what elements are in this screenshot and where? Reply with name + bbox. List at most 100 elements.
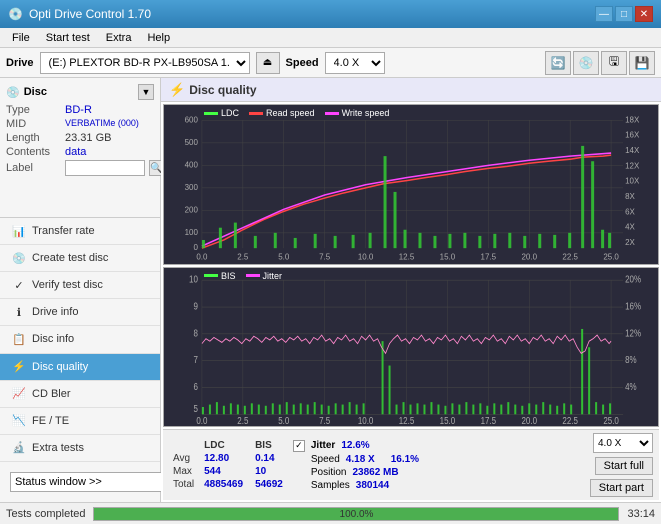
menu-extra[interactable]: Extra bbox=[98, 30, 140, 46]
time-display: 33:14 bbox=[627, 508, 655, 520]
svg-text:0.0: 0.0 bbox=[196, 252, 208, 261]
start-part-button[interactable]: Start part bbox=[590, 479, 653, 497]
window-controls: — □ ✕ bbox=[595, 6, 653, 22]
start-full-button[interactable]: Start full bbox=[595, 457, 653, 475]
read-speed-legend-dot bbox=[249, 112, 263, 115]
menu-start-test[interactable]: Start test bbox=[38, 30, 98, 46]
legend-ldc: LDC bbox=[204, 108, 239, 118]
status-window-label: Status window >> bbox=[15, 476, 102, 488]
maximize-button[interactable]: □ bbox=[615, 6, 633, 22]
chart2-svg: 10 9 8 7 6 5 20% 16% 12% 8% 4% bbox=[164, 268, 658, 427]
speed-select[interactable]: 4.0 X bbox=[325, 52, 385, 74]
extra-tests-label: Extra tests bbox=[32, 442, 84, 454]
svg-text:0: 0 bbox=[193, 243, 198, 252]
minimize-button[interactable]: — bbox=[595, 6, 613, 22]
svg-text:15.0: 15.0 bbox=[440, 415, 456, 426]
drive-select[interactable]: (E:) PLEXTOR BD-R PX-LB950SA 1.06 bbox=[40, 52, 250, 74]
toolbar-icon-disc[interactable]: 💿 bbox=[573, 51, 599, 75]
disc-quality-label: Disc quality bbox=[32, 361, 88, 373]
svg-text:17.5: 17.5 bbox=[481, 252, 497, 261]
svg-text:7.5: 7.5 bbox=[319, 252, 331, 261]
svg-text:6: 6 bbox=[193, 381, 197, 392]
svg-text:12.5: 12.5 bbox=[399, 415, 415, 426]
toolbar-icon-refresh[interactable]: 🔄 bbox=[545, 51, 571, 75]
menu-help[interactable]: Help bbox=[139, 30, 178, 46]
svg-text:7: 7 bbox=[193, 354, 197, 365]
test-speed-select[interactable]: 4.0 X bbox=[593, 433, 653, 453]
svg-text:17.5: 17.5 bbox=[481, 415, 497, 426]
ldc-header: LDC bbox=[198, 439, 249, 452]
sidebar: 💿 Disc ▼ Type BD-R MID VERBATIMe (000) L… bbox=[0, 78, 161, 502]
sidebar-item-fe-te[interactable]: 📉 FE / TE bbox=[0, 408, 160, 435]
sidebar-item-verify-test-disc[interactable]: ✓ Verify test disc bbox=[0, 272, 160, 299]
write-speed-legend-label: Write speed bbox=[342, 108, 390, 118]
disc-label-key: Label bbox=[6, 162, 61, 174]
toolbar-icon-floppy[interactable]: 💾 bbox=[629, 51, 655, 75]
sidebar-item-disc-info[interactable]: 📋 Disc info bbox=[0, 326, 160, 353]
jitter-label: Jitter bbox=[311, 440, 335, 451]
sidebar-item-create-test-disc[interactable]: 💿 Create test disc bbox=[0, 245, 160, 272]
bis-legend-dot bbox=[204, 274, 218, 277]
svg-text:100: 100 bbox=[185, 228, 199, 237]
sidebar-item-transfer-rate[interactable]: 📊 Transfer rate bbox=[0, 218, 160, 245]
bis-total: 54692 bbox=[249, 478, 289, 491]
disc-panel-expand[interactable]: ▼ bbox=[138, 84, 154, 100]
svg-text:8: 8 bbox=[193, 327, 197, 338]
svg-text:10X: 10X bbox=[625, 177, 640, 186]
app-title: 💿 Opti Drive Control 1.70 bbox=[8, 7, 151, 21]
menubar: File Start test Extra Help bbox=[0, 28, 661, 48]
svg-text:22.5: 22.5 bbox=[562, 415, 578, 426]
legend-write-speed: Write speed bbox=[325, 108, 390, 118]
svg-text:25.0: 25.0 bbox=[603, 415, 619, 426]
drivebar: Drive (E:) PLEXTOR BD-R PX-LB950SA 1.06 … bbox=[0, 48, 661, 78]
bis-avg: 0.14 bbox=[249, 452, 289, 465]
cd-bler-label: CD Bler bbox=[32, 388, 71, 400]
menu-file[interactable]: File bbox=[4, 30, 38, 46]
svg-text:12X: 12X bbox=[625, 161, 640, 170]
svg-text:18X: 18X bbox=[625, 115, 640, 124]
label-input[interactable] bbox=[65, 160, 145, 176]
svg-text:10.0: 10.0 bbox=[358, 415, 374, 426]
titlebar: 💿 Opti Drive Control 1.70 — □ ✕ bbox=[0, 0, 661, 28]
position-row: Position 23862 MB bbox=[293, 467, 586, 478]
right-stats-area: ✓ Jitter 12.6% Speed 4.18 X 16.1% Positi… bbox=[293, 440, 586, 491]
write-speed-legend-dot bbox=[325, 112, 339, 115]
extra-tests-icon: 🔬 bbox=[12, 441, 26, 455]
disc-mid-key: MID bbox=[6, 118, 61, 130]
svg-text:15.0: 15.0 bbox=[440, 252, 456, 261]
sidebar-item-drive-info[interactable]: ℹ Drive info bbox=[0, 299, 160, 326]
svg-text:6X: 6X bbox=[625, 207, 635, 216]
action-area: 4.0 X Start full Start part bbox=[590, 433, 653, 497]
app-title-text: Opti Drive Control 1.70 bbox=[29, 7, 151, 21]
disc-contents-key: Contents bbox=[6, 146, 61, 158]
ldc-total: 4885469 bbox=[198, 478, 249, 491]
sidebar-item-extra-tests[interactable]: 🔬 Extra tests bbox=[0, 435, 160, 462]
ldc-legend-dot bbox=[204, 112, 218, 115]
create-test-disc-icon: 💿 bbox=[12, 251, 26, 265]
stats-table: LDC BIS Avg 12.80 0.14 Max 544 10 Tota bbox=[169, 439, 289, 491]
content-header-title: Disc quality bbox=[189, 83, 256, 97]
eject-button[interactable]: ⏏ bbox=[256, 52, 280, 74]
disc-info-icon: 📋 bbox=[12, 332, 26, 346]
chart1-svg: 600 500 400 300 200 100 0 18X 16X 14X 12… bbox=[164, 105, 658, 264]
svg-text:5.0: 5.0 bbox=[278, 252, 290, 261]
transfer-rate-label: Transfer rate bbox=[32, 225, 95, 237]
toolbar-icon-save[interactable]: 🖫 bbox=[601, 51, 627, 75]
bis-legend-label: BIS bbox=[221, 271, 236, 281]
sidebar-item-cd-bler[interactable]: 📈 CD Bler bbox=[0, 381, 160, 408]
svg-text:12%: 12% bbox=[625, 327, 641, 338]
jitter-checkbox[interactable]: ✓ bbox=[293, 440, 305, 452]
avg-label: Avg bbox=[169, 452, 198, 465]
sidebar-item-disc-quality[interactable]: ⚡ Disc quality bbox=[0, 354, 160, 381]
main-content: 💿 Disc ▼ Type BD-R MID VERBATIMe (000) L… bbox=[0, 78, 661, 502]
close-button[interactable]: ✕ bbox=[635, 6, 653, 22]
disc-info-label: Disc info bbox=[32, 333, 74, 345]
drive-label: Drive bbox=[6, 57, 34, 69]
speed-value: 4.18 X bbox=[346, 454, 375, 465]
status-window-button[interactable]: Status window >> bbox=[10, 472, 162, 492]
disc-contents-row: Contents data bbox=[6, 146, 154, 158]
svg-text:200: 200 bbox=[185, 205, 199, 214]
fe-te-icon: 📉 bbox=[12, 414, 26, 428]
svg-text:0.0: 0.0 bbox=[196, 415, 207, 426]
charts-area: LDC Read speed Write speed bbox=[161, 102, 661, 502]
